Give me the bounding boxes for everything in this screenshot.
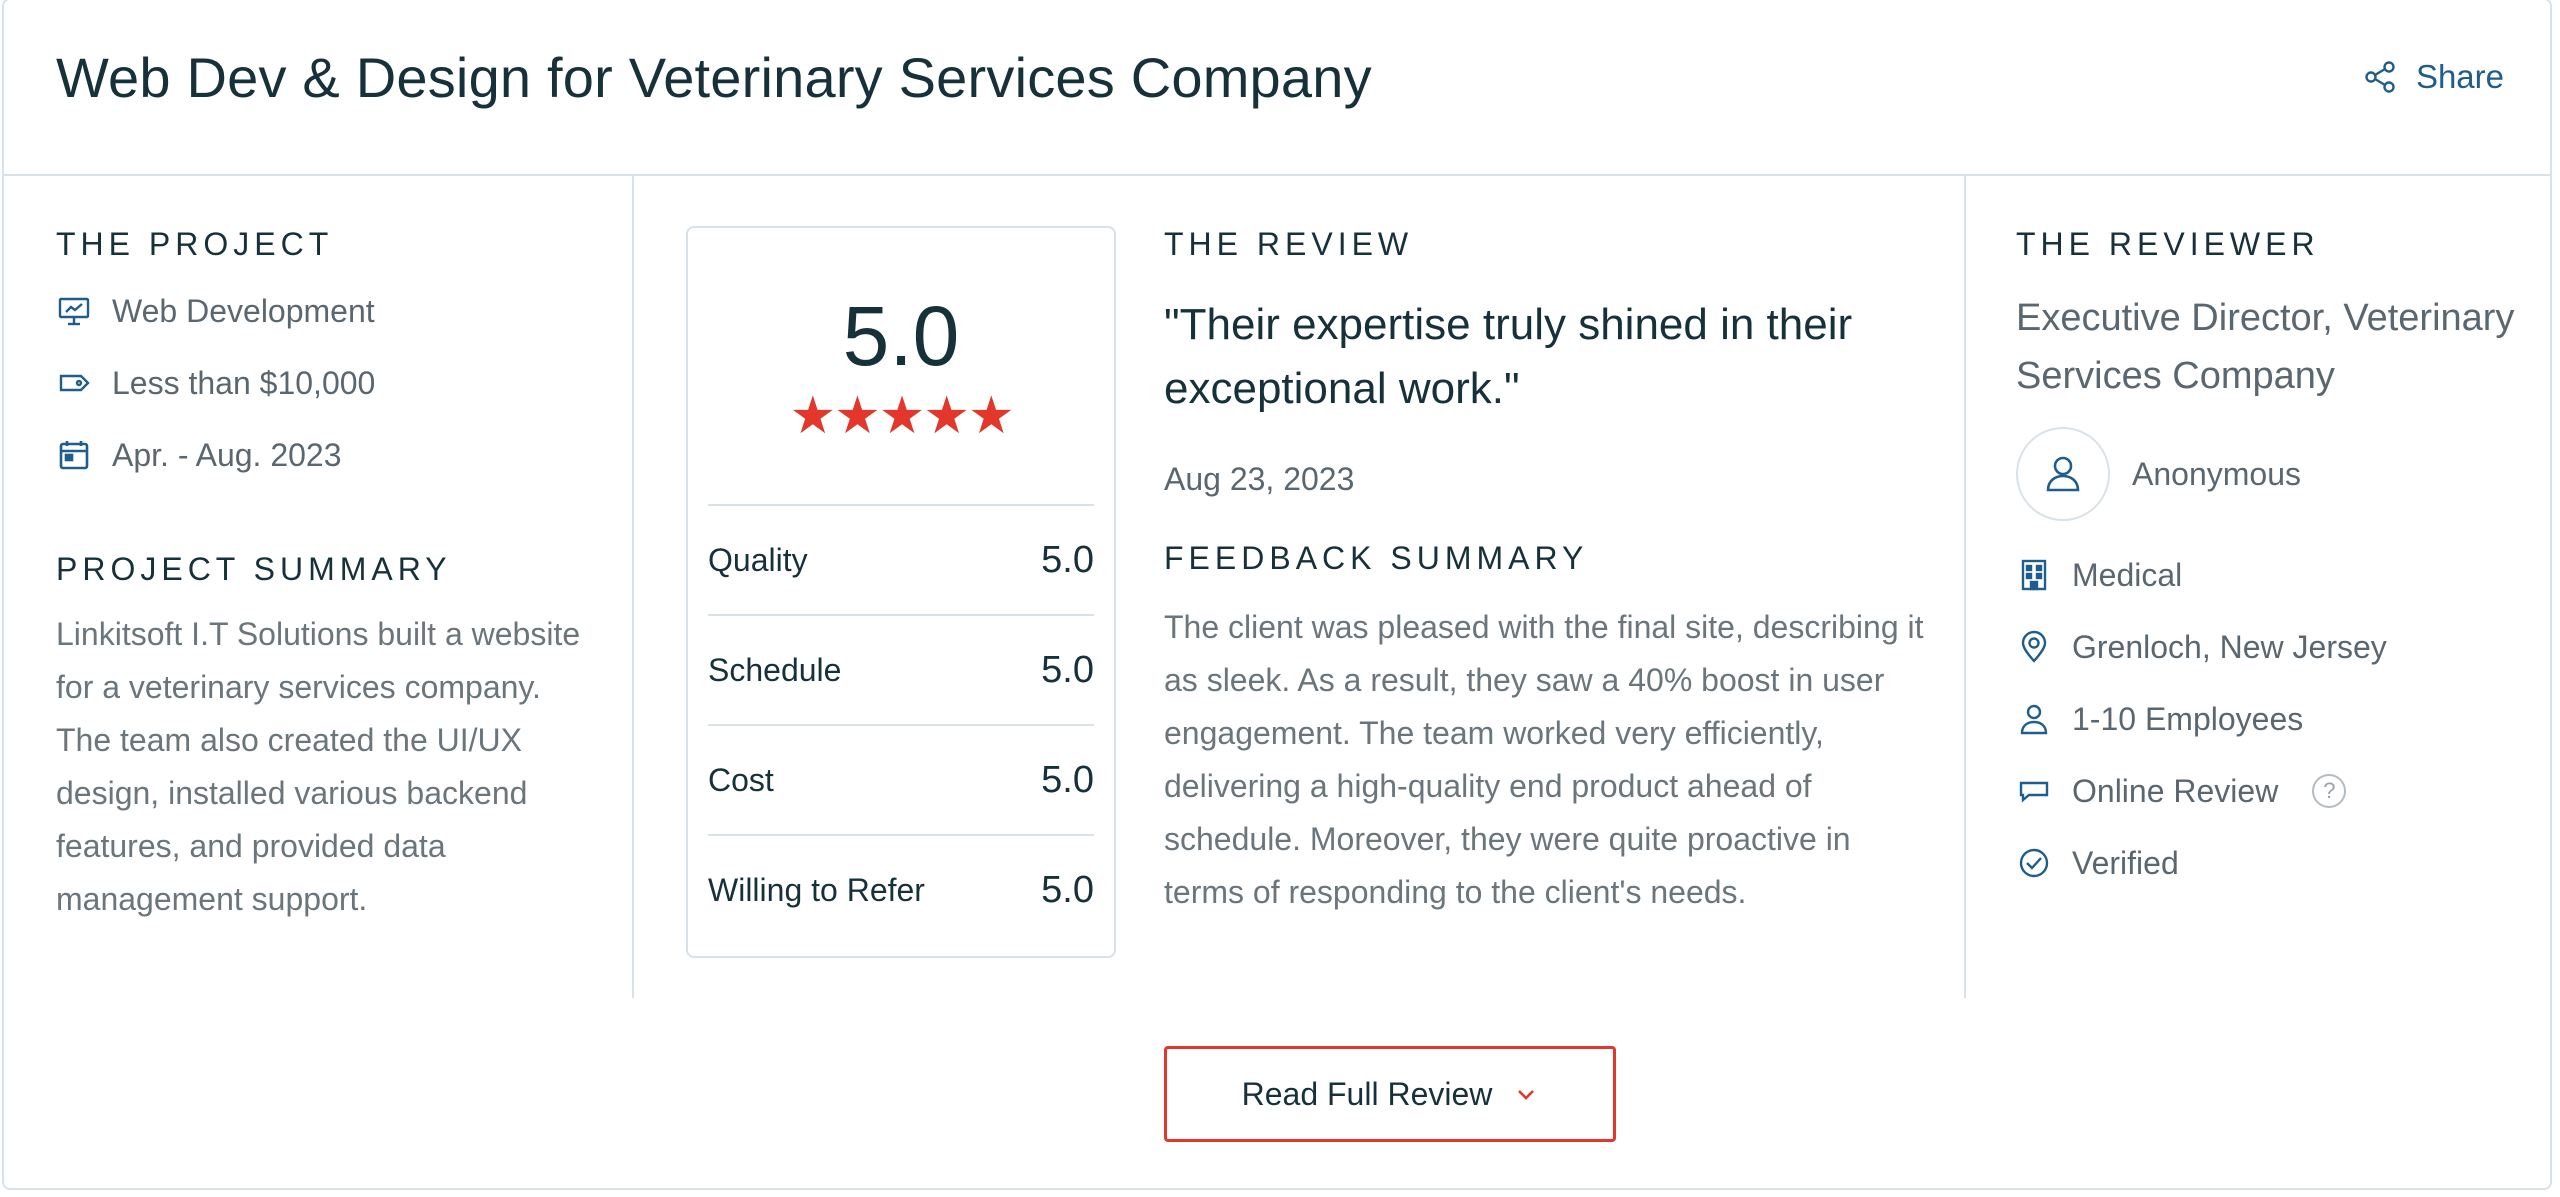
project-dates: Apr. - Aug. 2023 — [56, 419, 596, 491]
avatar — [2016, 427, 2110, 521]
share-button[interactable]: Share — [2362, 58, 2504, 96]
building-icon — [2021, 559, 2047, 591]
feedback-summary-label: FEEDBACK SUMMARY — [1164, 540, 1589, 576]
card-header: Web Dev & Design for Veterinary Services… — [4, 0, 2550, 176]
project-column: THE PROJECT Web Development Less than $1… — [56, 226, 596, 926]
person-icon — [2020, 704, 2048, 735]
star-icon: ★ — [967, 387, 1015, 445]
reviewer-name: Anonymous — [2132, 455, 2301, 492]
rating-value: 5.0 — [1041, 758, 1094, 801]
review-quote: "Their expertise truly shined in their e… — [1164, 300, 1853, 413]
reviewer-review-type-text: Online Review — [2072, 772, 2279, 809]
presentation-icon — [58, 297, 90, 326]
rating-row-schedule: Schedule 5.0 — [708, 614, 1094, 724]
review-column: THE REVIEW "Their expertise truly shined… — [1164, 226, 1924, 919]
rating-breakdown: Quality 5.0 Schedule 5.0 Cost 5.0 Willin… — [708, 504, 1094, 944]
read-full-review-button[interactable]: Read Full Review — [1164, 1046, 1616, 1142]
project-meta-list: Web Development Less than $10,000 Apr. -… — [56, 275, 596, 491]
star-icon: ★ — [923, 387, 970, 445]
reviewer-verified-text: Verified — [2072, 844, 2179, 881]
star-icon: ★ — [878, 387, 926, 445]
rating-value: 5.0 — [1041, 538, 1094, 581]
share-icon — [2365, 61, 2395, 93]
project-budget: Less than $10,000 — [56, 347, 596, 419]
reviewer-title: Executive Director, Veterinary Services … — [2016, 297, 2515, 397]
overall-rating: 5.0 — [842, 289, 960, 383]
reviewer-section-label: THE REVIEWER — [2016, 226, 2320, 262]
star-icon: ★ — [834, 387, 881, 445]
chat-bubble-icon — [2019, 781, 2049, 803]
chevron-down-icon — [1518, 1090, 1535, 1100]
project-service: Web Development — [56, 275, 596, 347]
reviewer-column: THE REVIEWER Executive Director, Veterin… — [2016, 226, 2536, 899]
project-dates-text: Apr. - Aug. 2023 — [112, 436, 342, 473]
reviewer-location-text: Grenloch, New Jersey — [2072, 628, 2387, 665]
column-divider-right — [1964, 176, 1966, 998]
review-date: Aug 23, 2023 — [1164, 461, 1355, 497]
review-section-label: THE REVIEW — [1164, 226, 1414, 262]
reviewer-location: Grenloch, New Jersey — [2016, 611, 2536, 683]
rating-label: Quality — [708, 541, 808, 578]
rating-row-cost: Cost 5.0 — [708, 724, 1094, 834]
project-service-text: Web Development — [112, 292, 375, 329]
star-icon: ★ — [789, 387, 836, 445]
review-title: Web Dev & Design for Veterinary Services… — [56, 46, 1372, 109]
feedback-summary-text: The client was pleased with the final si… — [1164, 609, 1924, 910]
reviewer-industry-text: Medical — [2072, 556, 2183, 593]
reviewer-industry: Medical — [2016, 539, 2536, 611]
check-circle-icon — [2019, 848, 2049, 878]
project-summary-text: Linkitsoft I.T Solutions built a website… — [56, 616, 581, 917]
project-section-label: THE PROJECT — [56, 226, 334, 262]
rating-label: Willing to Refer — [708, 871, 925, 908]
star-rating: ★★★★★ — [688, 386, 1114, 446]
rating-box: 5.0 ★★★★★ Quality 5.0 Schedule 5.0 Cost … — [686, 226, 1116, 958]
reviewer-details: Medical Grenloch, New Jersey 1-10 Employ… — [2016, 539, 2536, 899]
location-pin-icon — [2021, 630, 2047, 663]
rating-row-quality: Quality 5.0 — [708, 504, 1094, 614]
user-icon — [2046, 456, 2080, 492]
rating-value: 5.0 — [1041, 868, 1094, 911]
project-budget-text: Less than $10,000 — [112, 364, 376, 401]
reviewer-verified: Verified — [2016, 827, 2536, 899]
share-label: Share — [2415, 58, 2504, 95]
rating-value: 5.0 — [1041, 648, 1094, 691]
project-summary-label: PROJECT SUMMARY — [56, 551, 452, 587]
help-icon[interactable]: ? — [2312, 774, 2347, 808]
rating-label: Schedule — [708, 651, 842, 688]
reviewer-identity: Anonymous — [2016, 427, 2536, 521]
calendar-icon — [59, 441, 89, 470]
reviewer-company-size-text: 1-10 Employees — [2072, 700, 2304, 737]
read-full-review-label: Read Full Review — [1241, 1075, 1493, 1112]
column-divider-left — [632, 176, 634, 998]
price-tag-icon — [59, 374, 90, 392]
rating-row-willing-to-refer: Willing to Refer 5.0 — [708, 834, 1094, 944]
rating-label: Cost — [708, 761, 774, 798]
reviewer-company-size: 1-10 Employees — [2016, 683, 2536, 755]
reviewer-review-type: Online Review ? — [2016, 755, 2536, 827]
review-card: Web Dev & Design for Veterinary Services… — [2, 0, 2552, 1190]
